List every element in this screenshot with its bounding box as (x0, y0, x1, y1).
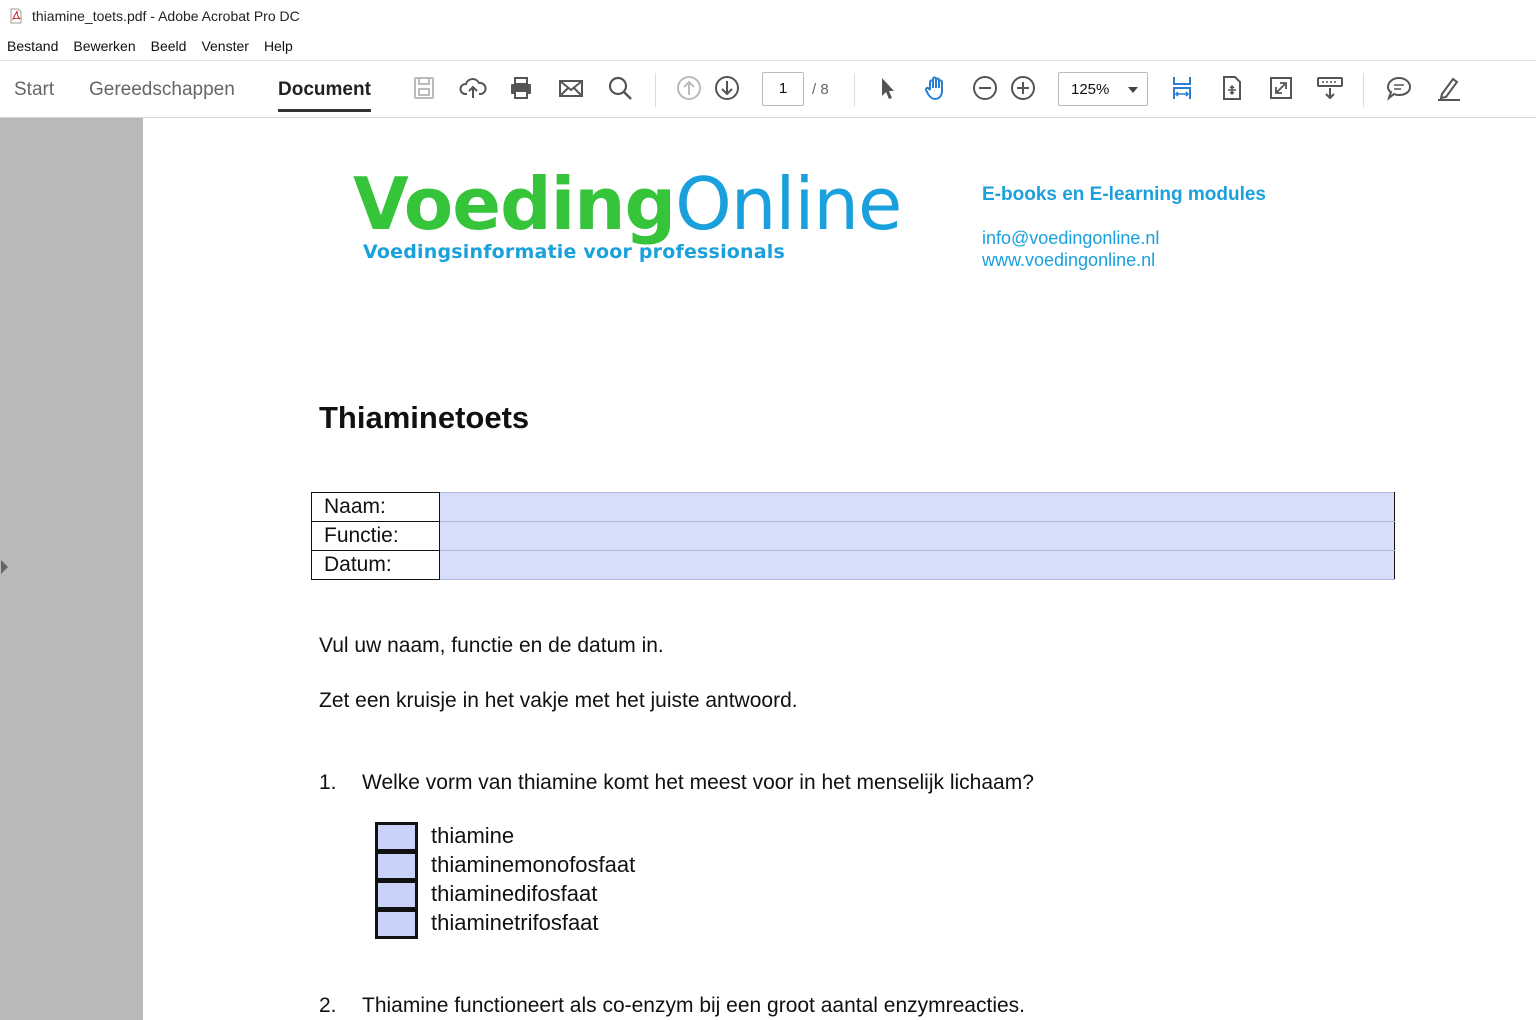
tab-document-label: Document (278, 79, 371, 100)
arrow-down-circle-icon[interactable] (712, 73, 742, 103)
printer-icon[interactable] (506, 73, 536, 103)
plus-circle-icon[interactable] (1008, 73, 1038, 103)
question-2-text: Thiamine functioneert als co-enzym bij e… (362, 994, 1025, 1017)
tab-document[interactable]: Document (278, 79, 371, 112)
naam-field[interactable] (439, 492, 1395, 522)
zoom-select[interactable]: 125% (1058, 72, 1148, 106)
question-1-text: Welke vorm van thiamine komt het meest v… (362, 771, 1034, 794)
document-view[interactable]: VoedingOnline Voedingsinformatie voor pr… (143, 118, 1536, 1020)
contact-heading: E-books en E-learning modules (982, 184, 1266, 205)
functie-field[interactable] (439, 521, 1395, 551)
expand-pane-icon[interactable] (1, 560, 8, 574)
form-label-naam: Naam: (311, 492, 440, 522)
answer-checkbox[interactable] (375, 822, 418, 852)
save-icon[interactable] (409, 73, 439, 103)
table-row: Datum: (311, 550, 1395, 580)
navigation-pane (0, 118, 143, 1020)
answer-checkbox[interactable] (375, 851, 418, 881)
logo-part-voeding: Voeding (353, 162, 676, 246)
answer-checkbox[interactable] (375, 909, 418, 939)
zoom-value: 125% (1071, 81, 1110, 98)
window-title: thiamine_toets.pdf - Adobe Acrobat Pro D… (32, 8, 300, 24)
envelope-icon[interactable] (556, 73, 586, 103)
document-title: Thiaminetoets (319, 400, 530, 435)
menu-beeld[interactable]: Beeld (144, 38, 195, 54)
logo-tagline: Voedingsinformatie voor professionals (363, 241, 786, 263)
full-screen-icon[interactable] (1266, 73, 1296, 103)
toolbar-separator (655, 73, 656, 107)
voedingonline-logo: VoedingOnline (353, 162, 902, 246)
toolbar-separator (854, 73, 855, 107)
pdf-file-icon (8, 8, 24, 24)
comment-icon[interactable] (1384, 73, 1414, 103)
chevron-down-icon (1128, 87, 1138, 93)
option-label: thiamine (431, 823, 515, 848)
contact-email-link[interactable]: info@voedingonline.nl (982, 228, 1159, 249)
arrow-up-circle-icon[interactable] (674, 73, 704, 103)
logo-part-online: Online (675, 162, 902, 246)
cloud-upload-icon[interactable] (458, 73, 488, 103)
minus-circle-icon[interactable] (970, 73, 1000, 103)
menu-bewerken[interactable]: Bewerken (66, 38, 143, 54)
hand-icon[interactable] (921, 73, 951, 103)
page-total: / 8 (812, 81, 829, 98)
toolbar-separator (1363, 73, 1364, 107)
page-number-input[interactable]: 1 (762, 72, 804, 106)
answer-checkbox[interactable] (375, 880, 418, 910)
menu-venster[interactable]: Venster (194, 38, 256, 54)
menu-bar: Bestand Bewerken Beeld Venster Help (0, 34, 301, 58)
form-table: Naam: Functie: Datum: (311, 492, 1395, 580)
option-label: thiaminemonofosfaat (431, 852, 636, 877)
table-row: Naam: (311, 492, 1395, 522)
form-label-functie: Functie: (311, 521, 440, 551)
instruction-mark-answer: Zet een kruisje in het vakje met het jui… (319, 689, 798, 712)
question-1-number: 1. (319, 771, 337, 794)
search-icon[interactable] (605, 73, 635, 103)
option-label: thiaminedifosfaat (431, 881, 598, 906)
toolbar: Start Gereedschappen Document 1 / 8 125% (0, 60, 1536, 118)
rotate-page-icon[interactable] (1217, 73, 1247, 103)
table-row: Functie: (311, 521, 1395, 551)
pointer-icon[interactable] (872, 73, 902, 103)
read-mode-icon[interactable] (1315, 73, 1345, 103)
highlight-pen-icon[interactable] (1433, 73, 1463, 103)
contact-website-link[interactable]: www.voedingonline.nl (982, 250, 1155, 271)
tab-start[interactable]: Start (14, 79, 54, 101)
menu-bestand[interactable]: Bestand (0, 38, 66, 54)
fit-width-icon[interactable] (1167, 73, 1197, 103)
menu-help[interactable]: Help (257, 38, 301, 54)
option-label: thiaminetrifosfaat (431, 910, 599, 935)
question-2-number: 2. (319, 994, 337, 1017)
form-label-datum: Datum: (311, 550, 440, 580)
active-tab-indicator (278, 109, 371, 112)
title-bar: thiamine_toets.pdf - Adobe Acrobat Pro D… (0, 0, 1536, 32)
instruction-fill-in: Vul uw naam, functie en de datum in. (319, 634, 664, 657)
tab-gereedschappen[interactable]: Gereedschappen (89, 79, 235, 101)
datum-field[interactable] (439, 550, 1395, 580)
